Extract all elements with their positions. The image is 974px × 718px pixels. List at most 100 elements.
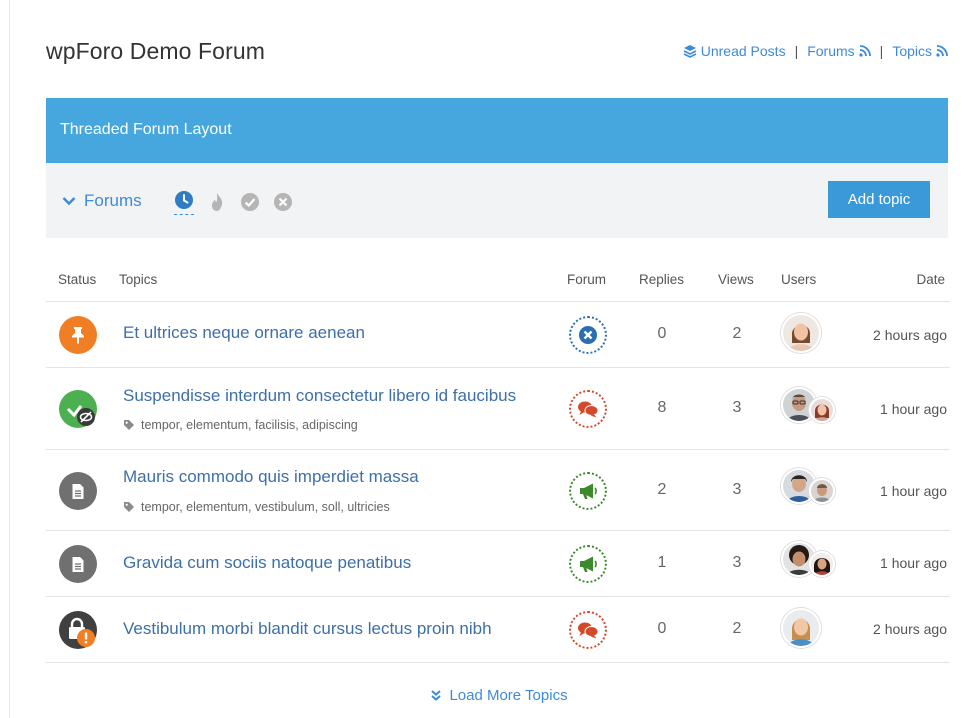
- forum-banner: Threaded Forum Layout: [46, 98, 948, 163]
- forum-indicator[interactable]: [569, 472, 607, 510]
- topic-tags-text: tempor, elementum, facilisis, adipiscing: [141, 418, 358, 432]
- topic-users: [781, 313, 821, 353]
- filter-closed[interactable]: [273, 192, 293, 212]
- add-topic-button[interactable]: Add topic: [828, 181, 930, 218]
- filter-hot[interactable]: [207, 192, 227, 212]
- views-count: 3: [732, 481, 742, 498]
- forum-indicator[interactable]: [569, 611, 607, 649]
- header-links: Unread Posts | Forums | Topics: [683, 43, 948, 59]
- replies-count: 0: [657, 325, 667, 342]
- topic-users: [781, 608, 821, 648]
- views-count: 2: [732, 325, 742, 342]
- forums-toggle-label: Forums: [84, 191, 142, 210]
- forums-toggle[interactable]: Forums: [62, 191, 142, 211]
- replies-count: 0: [657, 620, 667, 637]
- filter-recent[interactable]: [174, 189, 194, 215]
- topic-title[interactable]: Vestibulum morbi blandit cursus lectus p…: [123, 619, 492, 639]
- replies-count: 2: [657, 481, 667, 498]
- topic-users: [781, 468, 835, 504]
- x-circle-icon: [579, 326, 597, 344]
- topic-tags-text: tempor, elementum, vestibulum, soll, ult…: [141, 500, 390, 514]
- forum-indicator[interactable]: [569, 316, 607, 354]
- forum-header: wpForo Demo Forum Unread Posts | Forums …: [46, 38, 950, 70]
- topic-title[interactable]: Suspendisse interdum consectetur libero …: [123, 386, 516, 406]
- topic-tags: tempor, elementum, facilisis, adipiscing: [123, 418, 358, 432]
- header-forum: Forum: [567, 272, 607, 287]
- topic-date: 1 hour ago: [880, 555, 947, 571]
- table-row: Mauris commodo quis imperdiet massa temp…: [46, 450, 950, 531]
- load-more-label: Load More Topics: [449, 687, 568, 704]
- document-icon: [72, 483, 84, 499]
- forum-indicator[interactable]: [569, 545, 607, 583]
- avatar[interactable]: [809, 397, 835, 423]
- topic-tags: tempor, elementum, vestibulum, soll, ult…: [123, 500, 390, 514]
- topic-date: 1 hour ago: [880, 401, 947, 417]
- topic-status: [59, 545, 97, 583]
- header-views: Views: [718, 272, 754, 287]
- topic-status: [59, 390, 97, 428]
- topic-status: [59, 472, 97, 510]
- rss-icon: [936, 45, 948, 57]
- unread-posts-link[interactable]: Unread Posts: [683, 43, 786, 59]
- topic-title[interactable]: Et ultrices neque ornare aenean: [123, 323, 365, 343]
- replies-count: 8: [657, 399, 667, 416]
- load-more-button[interactable]: Load More Topics: [431, 687, 568, 704]
- header-replies: Replies: [639, 272, 685, 287]
- avatar[interactable]: [781, 313, 821, 353]
- x-circle-icon: [274, 193, 292, 211]
- table-row: Suspendisse interdum consectetur libero …: [46, 368, 950, 450]
- views-count: 3: [732, 554, 742, 571]
- check-circle-icon: [241, 193, 259, 211]
- tag-icon: [124, 420, 134, 430]
- avatar[interactable]: [781, 608, 821, 648]
- layers-icon: [683, 45, 697, 58]
- header-topics: Topics: [119, 272, 158, 287]
- flame-icon: [211, 193, 223, 211]
- table-row: Et ultrices neque ornare aenean 0 2 2 ho…: [46, 302, 950, 368]
- filter-solved[interactable]: [240, 192, 260, 212]
- site-title: wpForo Demo Forum: [46, 38, 265, 64]
- avatar[interactable]: [809, 551, 835, 577]
- topic-date: 2 hours ago: [873, 327, 947, 343]
- rss-icon: [859, 45, 871, 57]
- check-hidden-icon: [66, 405, 95, 426]
- link-separator: |: [879, 43, 884, 59]
- unread-posts-label: Unread Posts: [700, 43, 786, 59]
- views-count: 2: [732, 620, 742, 637]
- forum-indicator[interactable]: [569, 390, 607, 428]
- topic-title[interactable]: Gravida cum sociis natoque penatibus: [123, 553, 411, 573]
- tag-icon: [124, 502, 134, 512]
- forum-toolbar: Forums Add topic: [46, 163, 948, 238]
- avatar[interactable]: [809, 478, 835, 504]
- forums-rss-label: Forums: [807, 43, 855, 59]
- clock-icon: [175, 190, 193, 209]
- topics-rss-link[interactable]: Topics: [892, 43, 948, 59]
- topics-table: Status Topics Forum Replies Views Users …: [46, 262, 950, 663]
- double-chevron-down-icon: [431, 690, 442, 701]
- megaphone-icon: [580, 556, 597, 572]
- header-status: Status: [58, 272, 97, 287]
- comments-icon: [578, 622, 599, 639]
- document-icon: [72, 556, 84, 572]
- comments-icon: [578, 401, 599, 418]
- topic-filters: [174, 189, 293, 215]
- table-row: Gravida cum sociis natoque penatibus 1 3…: [46, 531, 950, 597]
- topic-users: [781, 541, 835, 577]
- load-more: Load More Topics: [0, 687, 974, 705]
- header-date: Date: [916, 272, 945, 287]
- topic-title[interactable]: Mauris commodo quis imperdiet massa: [123, 467, 419, 487]
- forums-rss-link[interactable]: Forums: [807, 43, 871, 59]
- header-users: Users: [781, 272, 817, 287]
- table-row: Vestibulum morbi blandit cursus lectus p…: [46, 597, 950, 663]
- topic-status: [59, 316, 97, 354]
- replies-count: 1: [657, 554, 667, 571]
- views-count: 3: [732, 399, 742, 416]
- topic-users: [781, 387, 835, 423]
- megaphone-icon: [580, 483, 597, 499]
- pin-icon: [72, 327, 84, 344]
- topics-rss-label: Topics: [892, 43, 932, 59]
- topic-date: 1 hour ago: [880, 483, 947, 499]
- banner-title: Threaded Forum Layout: [60, 121, 232, 138]
- topic-date: 2 hours ago: [873, 621, 947, 637]
- topic-status: [59, 611, 97, 649]
